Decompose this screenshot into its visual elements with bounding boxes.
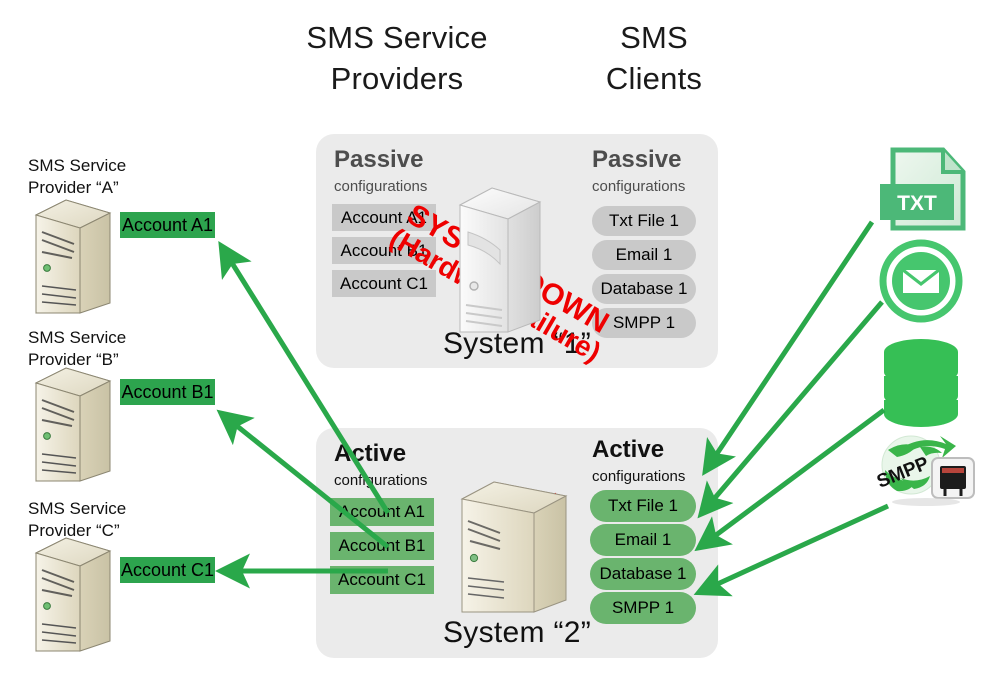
arrow-txt-file-1: [702, 220, 875, 476]
arrow-email-1: [697, 300, 884, 519]
system2-active-txt-file-1[interactable]: Txt File 1: [590, 490, 696, 522]
provider-c-label-line2: Provider “C”: [28, 520, 120, 540]
provider-a-label: SMS Service Provider “A”: [28, 155, 126, 199]
system2-active-account-b1[interactable]: Account B1: [330, 532, 434, 560]
system1-left-config-heading: Passive: [334, 146, 424, 173]
provider-a-account-box[interactable]: Account A1: [120, 212, 215, 238]
provider-b-label-line2: Provider “B”: [28, 349, 119, 369]
system2-right-config-heading: Active: [592, 436, 665, 463]
system2-active-database-1[interactable]: Database 1: [590, 558, 696, 590]
ozeki-product-line3: # 2: [509, 571, 536, 595]
system2-active-email-1[interactable]: Email 1: [590, 524, 696, 556]
provider-a-label-line1: SMS Service: [28, 156, 127, 175]
system2-left-config-subheading: configurations: [334, 472, 428, 489]
system-2-title: System “2”: [442, 616, 592, 649]
provider-b-label: SMS Service Provider “B”: [28, 327, 126, 371]
svg-text:TXT: TXT: [897, 192, 937, 215]
provider-c-label: SMS Service Provider “C”: [28, 498, 126, 542]
provider-b-account-box[interactable]: Account B1: [120, 379, 215, 405]
svg-text:SMPP: SMPP: [874, 453, 932, 493]
txt-file-icon[interactable]: TXT: [880, 147, 966, 231]
provider-c-server-icon: [34, 537, 112, 652]
email-icon[interactable]: [879, 239, 963, 323]
clients-heading-line1: SMS: [620, 20, 688, 55]
arrow-smpp-1: [693, 503, 890, 597]
page-title-sms-service-providers: SMS Service Providers: [272, 18, 522, 100]
provider-c-account-box[interactable]: Account C1: [120, 557, 215, 583]
arrow-group-clients: [693, 220, 890, 597]
ozeki-server-text-group: OZEKI NG SMS Gateway # 2: [493, 489, 585, 605]
provider-a-label-line2: Provider “A”: [28, 177, 119, 197]
providers-heading-line2: Providers: [330, 60, 464, 96]
provider-b-server-icon: [34, 367, 112, 482]
page-title-sms-clients: SMS Clients: [565, 18, 743, 100]
provider-a-server-icon: [34, 199, 112, 314]
system2-active-account-c1[interactable]: Account C1: [330, 566, 434, 594]
system2-left-config-heading: Active: [334, 440, 407, 467]
system1-right-config-heading: Passive: [592, 146, 682, 173]
system-down-alert: SYSTEM DOWN (Hardware failure): [385, 176, 654, 368]
system2-right-config-subheading: configurations: [592, 468, 686, 485]
smpp-icon[interactable]: SMPP: [874, 435, 975, 506]
clients-heading-line2: Clients: [605, 60, 703, 96]
provider-c-label-line1: SMS Service: [28, 499, 127, 518]
system2-active-account-a1[interactable]: Account A1: [330, 498, 434, 526]
system-1-title: System “1”: [442, 327, 592, 360]
provider-b-label-line1: SMS Service: [28, 328, 127, 347]
database-icon[interactable]: [884, 339, 958, 427]
providers-heading-line1: SMS Service: [306, 20, 488, 55]
arrow-database-1: [694, 407, 886, 552]
